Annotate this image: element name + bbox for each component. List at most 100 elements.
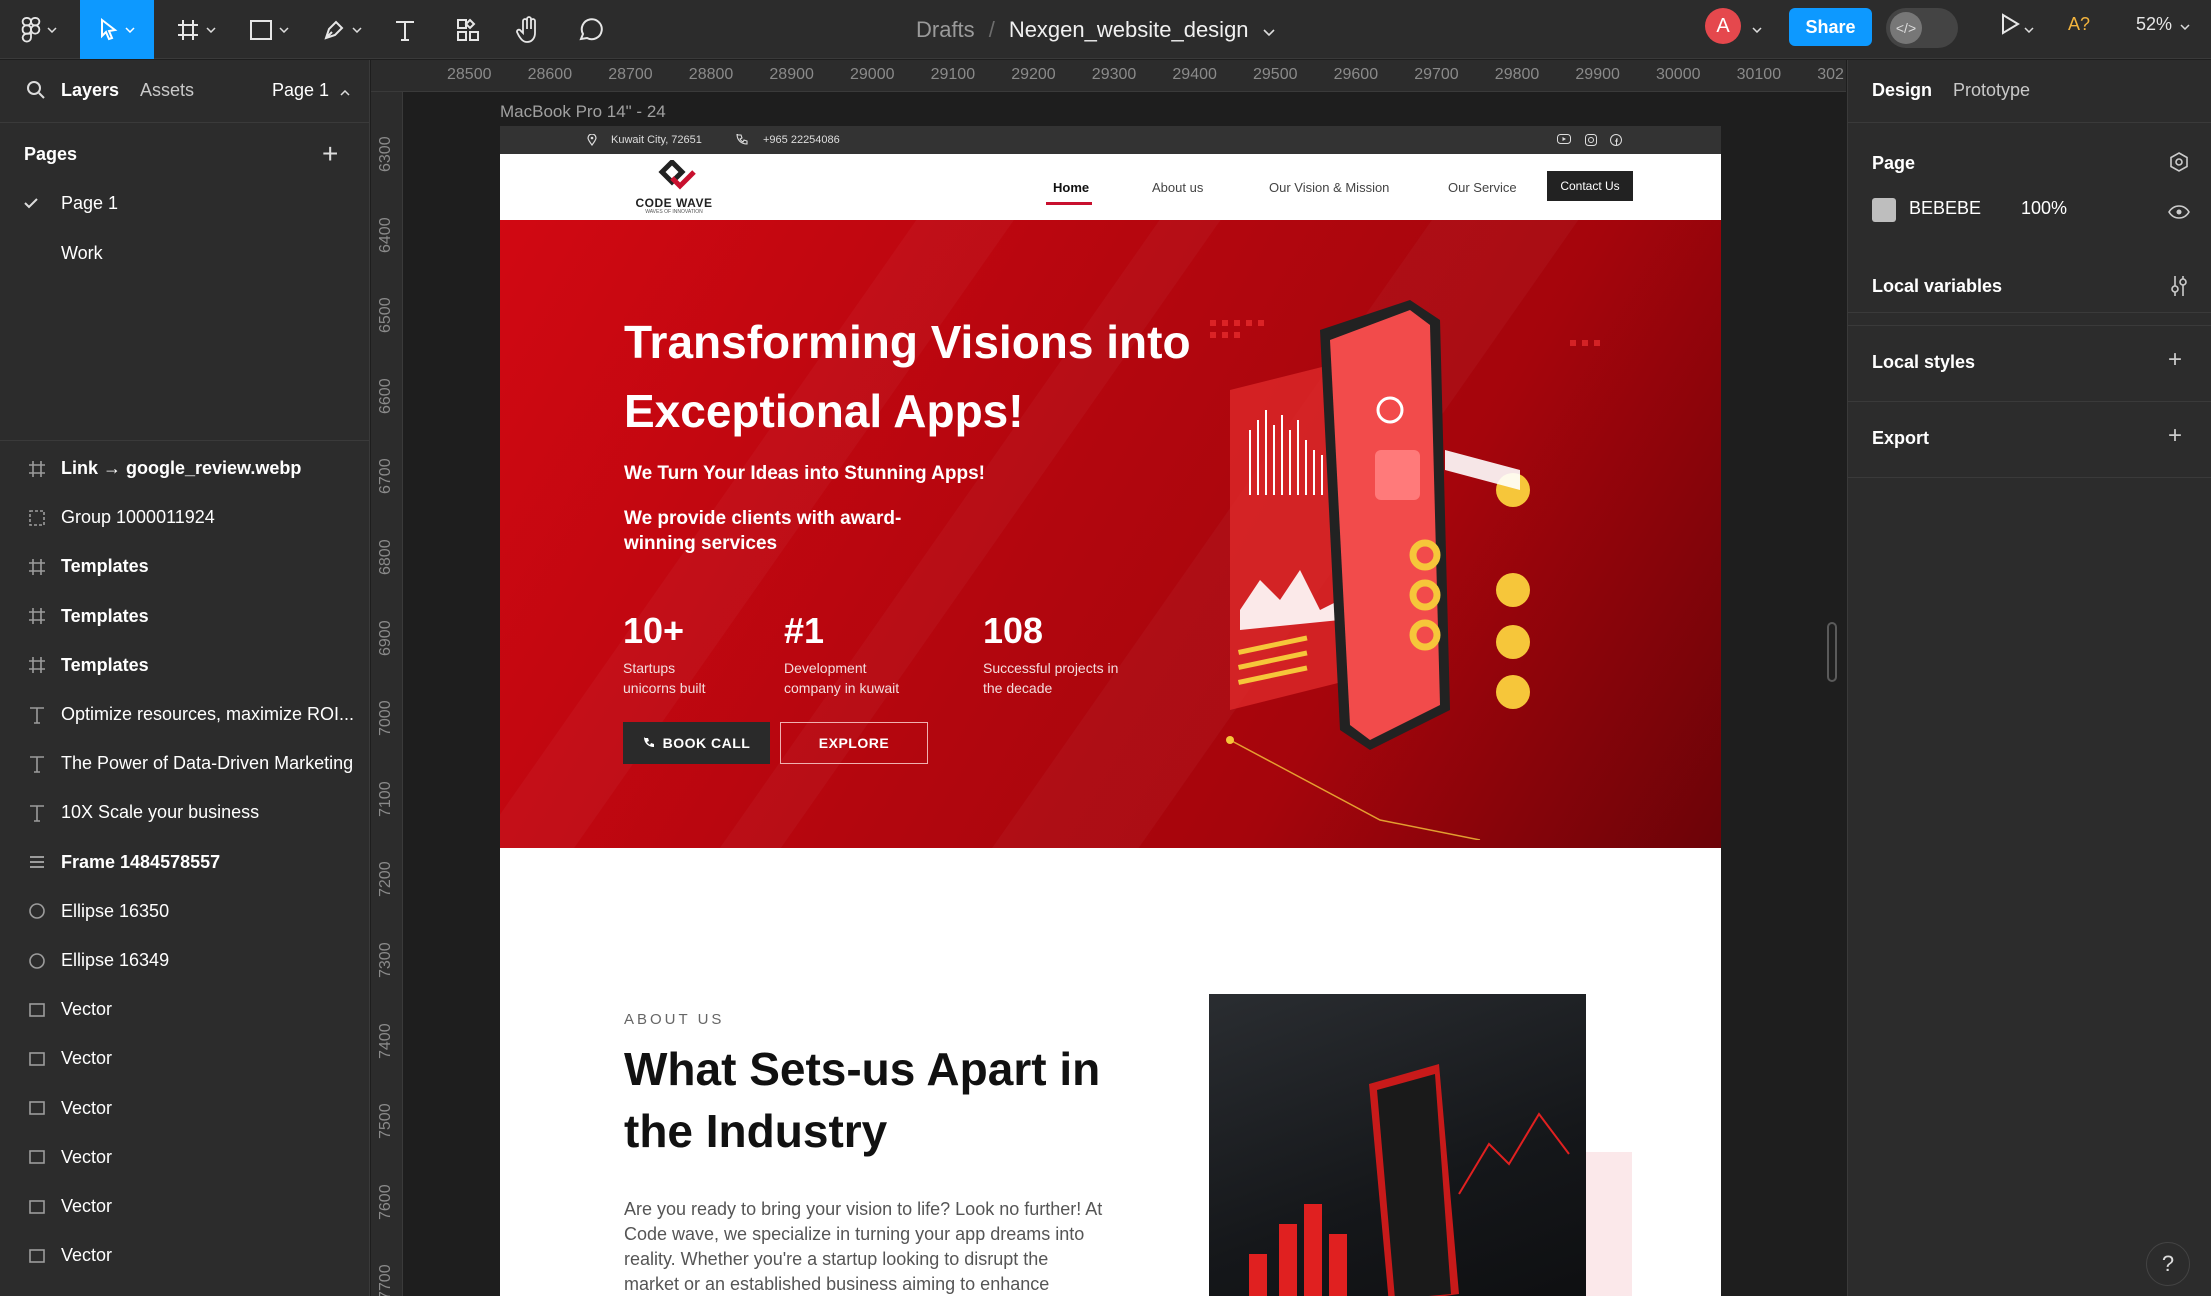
page-fill-swatch[interactable] (1872, 198, 1896, 222)
ruler-tick-label: 7100 (377, 781, 394, 817)
dev-mode-toggle[interactable]: </> (1886, 8, 1958, 48)
hexagon-settings-icon[interactable] (2168, 151, 2190, 178)
tab-design[interactable]: Design (1872, 80, 1932, 101)
pen-icon (324, 20, 344, 40)
chevron-down-icon[interactable] (1752, 20, 1762, 38)
chevron-down-icon (2180, 14, 2190, 35)
pen-tool-button[interactable] (316, 0, 368, 59)
share-button[interactable]: Share (1789, 8, 1872, 46)
sliders-icon[interactable] (2168, 274, 2190, 303)
frame-tool-button[interactable] (170, 0, 222, 59)
figma-logo-icon (21, 16, 41, 43)
export-section[interactable]: Export + (1848, 402, 2211, 478)
page-item[interactable]: Page 1 (0, 179, 370, 227)
layer-row[interactable]: Vector (0, 1034, 370, 1083)
layer-row[interactable]: Link → google_review.webp (0, 444, 370, 493)
text-tool-button[interactable] (390, 0, 420, 59)
nav-service[interactable]: Our Service (1448, 180, 1517, 195)
resources-tool-button[interactable] (453, 0, 483, 59)
shape-tool-button[interactable] (243, 0, 295, 59)
page-selector[interactable]: Page 1 (272, 80, 350, 101)
zoom-dropdown[interactable]: 52% (2136, 0, 2190, 48)
ruler-tick-label: 29100 (930, 66, 976, 83)
location-text: Kuwait City, 72651 (611, 134, 702, 146)
canvas-scrollbar[interactable] (1827, 622, 1837, 682)
ruler-tick-label: 29500 (1253, 66, 1298, 83)
local-styles-section[interactable]: Local styles + (1848, 326, 2211, 402)
cursor-icon (101, 17, 118, 40)
contact-us-button[interactable]: Contact Us (1547, 171, 1633, 201)
vector-icon (26, 999, 48, 1021)
layer-row[interactable]: Ellipse 16349 (0, 936, 370, 985)
layer-row[interactable]: Group 1000011924 (0, 493, 370, 542)
ruler-tick-label: 7600 (377, 1184, 394, 1220)
nav-home[interactable]: Home (1053, 180, 1089, 195)
add-page-icon[interactable]: + (322, 140, 338, 168)
eye-icon[interactable] (2168, 200, 2190, 224)
layer-row[interactable]: Templates (0, 592, 370, 641)
hero-tagline: We provide clients with award-winning se… (624, 508, 902, 554)
frame-label[interactable]: MacBook Pro 14" - 24 (500, 102, 666, 122)
ellipse-icon (26, 950, 48, 972)
right-panel: Design Prototype Page BEBEBE 100% Local … (1847, 60, 2211, 1296)
ruler-tick-label: 29600 (1333, 66, 1379, 83)
layer-row[interactable]: Vector (0, 985, 370, 1034)
layer-row[interactable]: Templates (0, 641, 370, 690)
layer-row[interactable]: 10X Scale your business (0, 788, 370, 837)
move-tool-button[interactable] (80, 0, 154, 59)
code-wave-logo[interactable]: CODE WAVE WAVES OF INNOVATION (626, 158, 722, 216)
ruler-tick-label: 7300 (377, 942, 394, 978)
plus-icon[interactable]: + (2168, 348, 2182, 372)
layer-row[interactable]: Vector (0, 1231, 370, 1280)
components-icon (457, 18, 479, 41)
nav-vision[interactable]: Our Vision & Mission (1269, 180, 1389, 195)
file-name[interactable]: Nexgen_website_design (1009, 17, 1249, 43)
page-item[interactable]: Work (0, 229, 370, 277)
frame-icon (26, 654, 48, 676)
layer-row[interactable]: The Power of Data-Driven Marketing (0, 739, 370, 788)
website-frame[interactable]: Kuwait City, 72651 +965 22254086 CODE WA… (500, 126, 1721, 1296)
plus-icon[interactable]: + (2168, 424, 2182, 448)
hand-tool-button[interactable] (513, 0, 543, 59)
tab-assets[interactable]: Assets (140, 80, 194, 101)
page-item-label: Work (61, 242, 103, 263)
tab-layers[interactable]: Layers (61, 80, 119, 101)
canvas[interactable]: MacBook Pro 14" - 24 Kuwait City, 72651 … (403, 92, 1846, 1296)
layer-row[interactable]: Vector (0, 1182, 370, 1231)
stat-value: #1 (784, 610, 825, 651)
export-heading: Export (1872, 428, 1930, 448)
stat-projects: 108 Successful projects in the decade (983, 610, 1133, 698)
explore-button[interactable]: EXPLORE (780, 722, 928, 764)
ruler-tick-label: 29700 (1414, 66, 1459, 83)
main-menu-button[interactable] (14, 0, 64, 59)
layer-row[interactable]: Frame 1484578557 (0, 838, 370, 887)
tab-prototype[interactable]: Prototype (1953, 80, 2030, 101)
left-panel: Layers Assets Page 1 Pages + Page 1 Work … (0, 60, 370, 1296)
facebook-icon[interactable] (1610, 134, 1622, 146)
accessibility-check-button[interactable]: A? (2068, 0, 2090, 48)
help-button[interactable]: ? (2146, 1242, 2190, 1286)
nav-about[interactable]: About us (1152, 180, 1203, 195)
ruler-tick-label: 302 (1817, 66, 1844, 83)
book-call-button[interactable]: BOOK CALL (623, 722, 770, 764)
chevron-down-icon[interactable] (2024, 20, 2034, 38)
local-variables-heading: Local variables (1872, 276, 2003, 296)
page-fill-hex[interactable]: BEBEBE (1909, 198, 1981, 219)
youtube-icon[interactable] (1557, 134, 1571, 144)
layer-row[interactable]: Ellipse 16350 (0, 887, 370, 936)
local-variables-section[interactable]: Local variables (1848, 250, 2211, 326)
chevron-down-icon[interactable] (1262, 17, 1275, 43)
layer-row[interactable]: Optimize resources, maximize ROI... (0, 690, 370, 739)
layer-row[interactable]: Vector (0, 1084, 370, 1133)
page-fill-opacity[interactable]: 100% (2021, 198, 2067, 219)
drafts-link[interactable]: Drafts (916, 17, 975, 43)
instagram-icon[interactable] (1585, 134, 1597, 146)
comment-tool-button[interactable] (575, 0, 605, 59)
stat-value: 108 (983, 610, 1044, 651)
layer-name: Link → google_review.webp (61, 458, 302, 478)
avatar[interactable]: A (1705, 8, 1741, 44)
layer-row[interactable]: Vector (0, 1133, 370, 1182)
search-icon[interactable] (26, 80, 46, 105)
layer-row[interactable]: Templates (0, 542, 370, 591)
layer-name: 10X Scale your business (61, 802, 260, 823)
